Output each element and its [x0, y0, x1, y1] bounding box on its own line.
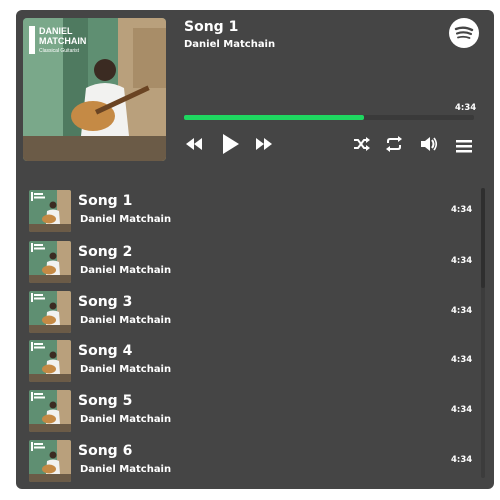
playlist-item-duration: 4:34: [451, 405, 473, 415]
playlist-thumbnail: [29, 440, 71, 482]
music-player: DANIEL MATCHAIN Classical Guitarist Song…: [16, 10, 494, 489]
playlist-item-title: Song 1: [78, 193, 133, 209]
playlist-thumbnail: [29, 291, 71, 333]
playlist-thumbnail: [29, 340, 71, 382]
playlist-item-duration: 4:34: [451, 205, 473, 215]
playlist-item[interactable]: Song 1 Daniel Matchain 4:34: [26, 187, 478, 233]
playlist-item-duration: 4:34: [451, 306, 473, 316]
playlist-item-artist: Daniel Matchain: [80, 315, 172, 326]
playlist-item-artist: Daniel Matchain: [80, 464, 172, 475]
playlist-item[interactable]: Song 3 Daniel Matchain 4:34: [26, 288, 478, 334]
spotify-icon[interactable]: [449, 18, 479, 48]
menu-icon[interactable]: [456, 138, 472, 157]
playlist-item-artist: Daniel Matchain: [80, 364, 172, 375]
progress-fill: [184, 115, 364, 120]
playlist-item[interactable]: Song 6 Daniel Matchain 4:34: [26, 437, 478, 483]
playlist-scrollbar[interactable]: [481, 188, 485, 478]
album-cover: DANIEL MATCHAIN Classical Guitarist: [23, 18, 166, 161]
playlist-item-title: Song 6: [78, 443, 133, 459]
playlist-thumbnail: [29, 241, 71, 283]
playlist-item-artist: Daniel Matchain: [80, 414, 172, 425]
playlist-item-title: Song 3: [78, 294, 133, 310]
shuffle-icon[interactable]: [352, 135, 370, 157]
playlist-thumbnail: [29, 190, 71, 232]
playlist-thumbnail: [29, 390, 71, 432]
cover-title-line1: DANIEL: [39, 26, 73, 36]
playlist-item-artist: Daniel Matchain: [80, 265, 172, 276]
volume-icon[interactable]: [419, 135, 439, 157]
playlist-item-title: Song 4: [78, 343, 133, 359]
playlist-item-title: Song 2: [78, 244, 133, 260]
cover-subtitle: Classical Guitarist: [39, 48, 80, 54]
rewind-icon[interactable]: [184, 136, 204, 156]
playlist-item-title: Song 5: [78, 393, 133, 409]
playlist-item[interactable]: Song 2 Daniel Matchain 4:34: [26, 238, 478, 284]
fast-forward-icon[interactable]: [254, 136, 274, 156]
play-icon[interactable]: [220, 132, 240, 160]
cover-title-line2: MATCHAIN: [39, 36, 86, 46]
track-duration: 4:34: [455, 103, 477, 113]
progress-bar[interactable]: [184, 115, 474, 120]
repeat-icon[interactable]: [384, 135, 404, 157]
scrollbar-thumb[interactable]: [481, 188, 485, 288]
playlist-item[interactable]: Song 5 Daniel Matchain 4:34: [26, 387, 478, 433]
playlist-item[interactable]: Song 4 Daniel Matchain 4:34: [26, 337, 478, 383]
playlist-item-duration: 4:34: [451, 355, 473, 365]
track-title: Song 1: [184, 19, 239, 35]
playlist: Song 1 Daniel Matchain 4:34 Song 2 Danie…: [26, 187, 478, 487]
track-artist: Daniel Matchain: [184, 39, 276, 50]
playlist-item-artist: Daniel Matchain: [80, 214, 172, 225]
playlist-item-duration: 4:34: [451, 455, 473, 465]
playlist-item-duration: 4:34: [451, 256, 473, 266]
